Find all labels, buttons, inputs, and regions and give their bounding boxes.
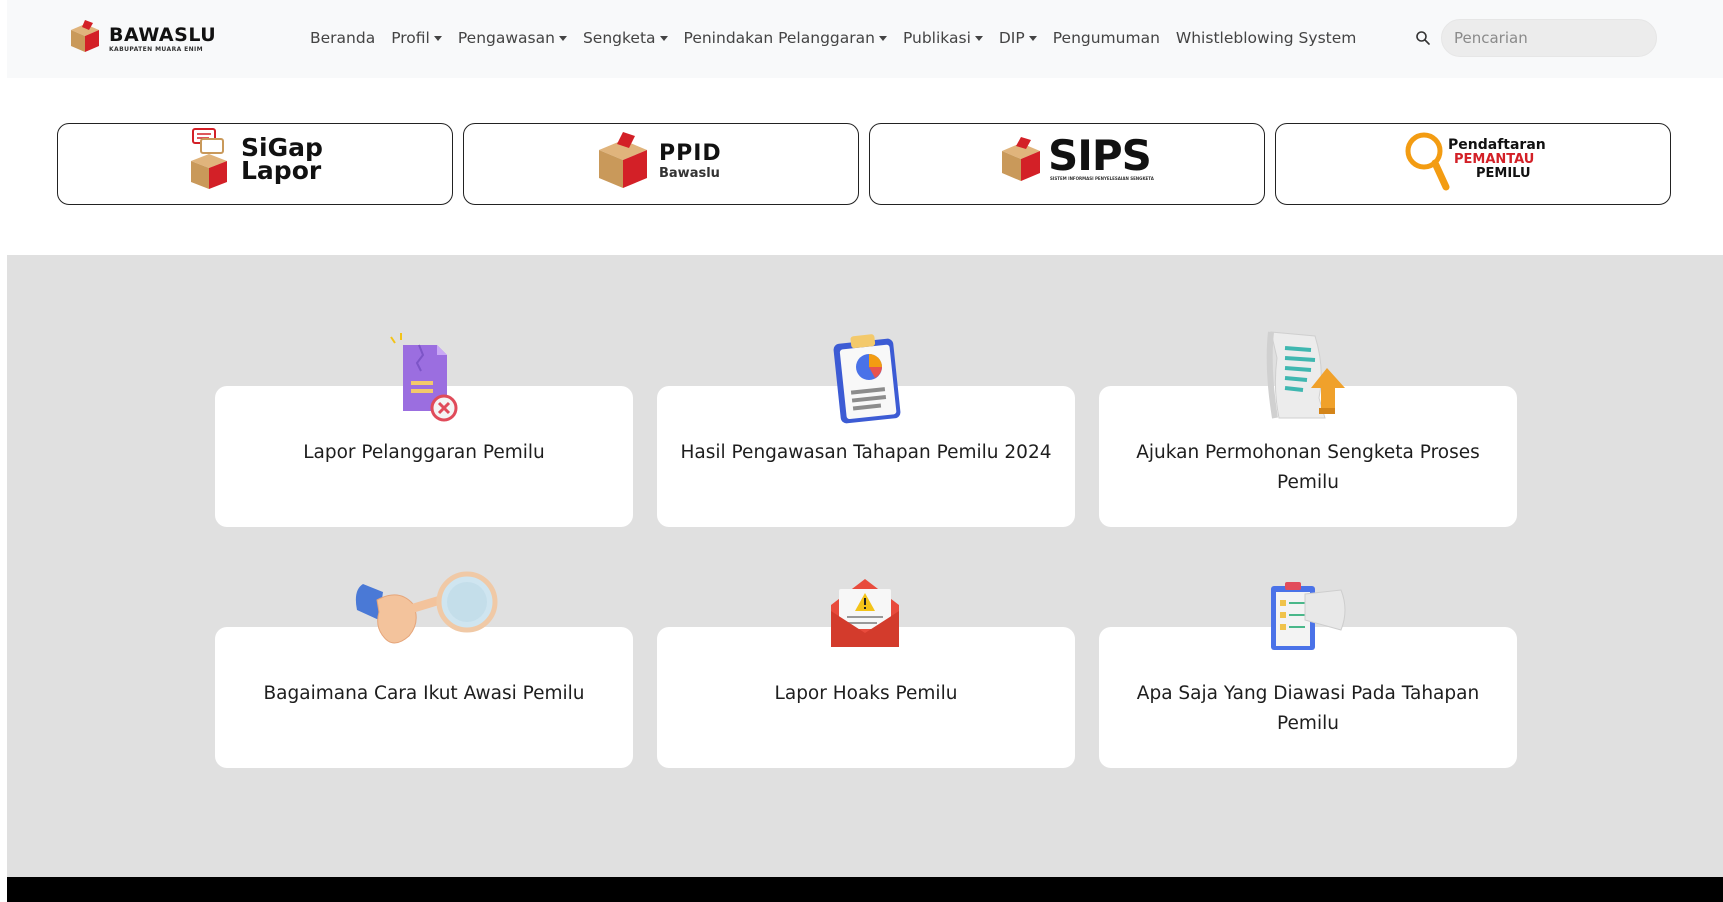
checklist-megaphone-icon: [1271, 582, 1346, 650]
nav-item-publikasi[interactable]: Publikasi: [903, 27, 983, 49]
nav-item-sengketa[interactable]: Sengketa: [583, 27, 668, 49]
caret-down-icon: [878, 35, 887, 41]
nav-item-penindakan-pelanggaran[interactable]: Penindakan Pelanggaran: [684, 27, 887, 49]
nav-item-label: DIP: [998, 29, 1025, 47]
nav-item-pengumuman[interactable]: Pengumuman: [1053, 27, 1160, 49]
ppid-subtitle: Bawaslu: [659, 166, 720, 181]
ppid-box-icon: [599, 132, 647, 188]
pemantau-line2: PEMANTAU: [1454, 152, 1535, 167]
scroll-upload-icon: [1266, 331, 1345, 419]
search-icon[interactable]: [1415, 30, 1431, 46]
service-card-label: Lapor Hoaks Pemilu: [774, 683, 958, 704]
warning-envelope-icon: [831, 579, 899, 647]
magnifier-hand-icon: [355, 571, 498, 644]
service-card-label: Apa Saja Yang Diawasi Pada Tahapan Pemil…: [1136, 683, 1480, 734]
banner-ppid-bawaslu[interactable]: PPID Bawaslu: [463, 123, 859, 205]
sips-subtitle: SISTEM INFORMASI PENYELESAIAN SENGKETA: [1050, 176, 1154, 181]
bawaslu-box-icon: [71, 20, 99, 52]
nav-item-pengawasan[interactable]: Pengawasan: [458, 27, 567, 49]
nav-item-label: Pengawasan: [457, 29, 555, 47]
nav-item-label: Publikasi: [902, 29, 971, 47]
document-reject-icon: [390, 333, 458, 422]
caret-down-icon: [974, 35, 983, 41]
nav-item-beranda[interactable]: Beranda: [310, 27, 375, 49]
nav-item-label: Pengumuman: [1052, 29, 1160, 47]
pemantau-line3: PEMILU: [1476, 166, 1531, 181]
footer-bar: [7, 877, 1723, 902]
services-section: Lapor Pelanggaran Pemilu Hasil Pengawasa…: [7, 255, 1723, 877]
caret-down-icon: [659, 35, 668, 41]
page: BAWASLU KABUPATEN MUARA ENIM Beranda Prof…: [0, 0, 1723, 902]
sigap-lapor-icon: [191, 128, 227, 189]
service-card-label: Ajukan Permohonan Sengketa Proses Pemilu: [1136, 442, 1480, 493]
nav-item-label: Penindakan Pelanggaran: [683, 29, 875, 47]
pemantau-line1: Pendaftaran: [1448, 137, 1546, 153]
nav-item-label: Profil: [391, 29, 430, 47]
banner-pendaftaran-pemantau[interactable]: Pendaftaran PEMANTAU PEMILU: [1275, 123, 1671, 205]
nav-item-profil[interactable]: Profil: [391, 27, 442, 49]
clipboard-chart-icon: [833, 334, 901, 424]
caret-down-icon: [558, 35, 567, 41]
logo-brand: BAWASLU: [109, 24, 217, 46]
caret-down-icon: [433, 35, 442, 41]
sigap-subtitle: Lapor: [241, 156, 322, 185]
main-menu: Beranda Profil Pengawasan Sengketa Penindaka…: [310, 27, 1372, 49]
top-navbar: BAWASLU KABUPATEN MUARA ENIM Beranda Prof…: [7, 0, 1723, 78]
service-card-label: Lapor Pelanggaran Pemilu: [303, 442, 545, 463]
caret-down-icon: [1028, 35, 1037, 41]
search-input[interactable]: [1441, 19, 1657, 57]
service-card-label: Hasil Pengawasan Tahapan Pemilu 2024: [680, 442, 1052, 463]
nav-item-dip[interactable]: DIP: [999, 27, 1037, 49]
nav-item-label: Whistleblowing System: [1175, 29, 1357, 47]
sips-title: SIPS: [1048, 131, 1152, 180]
nav-item-label: Beranda: [310, 29, 376, 47]
banner-sigap-lapor[interactable]: SiGap Lapor: [57, 123, 453, 205]
bawaslu-logo[interactable]: BAWASLU KABUPATEN MUARA ENIM: [69, 18, 216, 58]
logo-subtitle: KABUPATEN MUARA ENIM: [109, 46, 204, 53]
nav-item-whistleblowing-system[interactable]: Whistleblowing System: [1176, 27, 1356, 49]
nav-item-label: Sengketa: [582, 29, 656, 47]
banner-sips[interactable]: SIPS SISTEM INFORMASI PENYELESAIAN SENGK…: [869, 123, 1265, 205]
service-card-label: Bagaimana Cara Ikut Awasi Pemilu: [263, 683, 585, 704]
magnifier-icon: [1405, 132, 1450, 191]
ppid-title: PPID: [659, 141, 722, 166]
sips-box-icon: [1002, 137, 1040, 181]
